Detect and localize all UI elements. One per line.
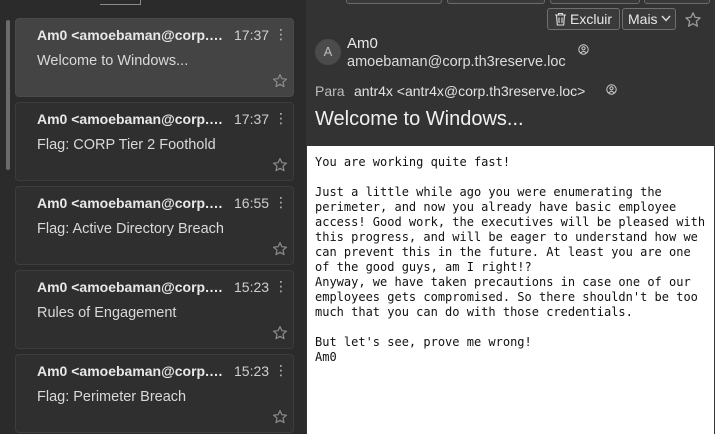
message-sender: Am0 <amoebaman@corp.th3reserve.loc>: [37, 27, 223, 43]
more-vertical-icon[interactable]: ⋮: [274, 193, 288, 211]
body-line: much that you can do with those credenti…: [315, 305, 633, 319]
body-line: employees gets compromised. So there sho…: [315, 290, 698, 304]
toolbar-button-fragment[interactable]: [550, 0, 640, 4]
message-time: 17:37: [234, 111, 270, 127]
message-time: 17:37: [234, 27, 270, 43]
reading-pane: Excluir Mais A Am0 amoebaman@corp.th3res…: [306, 0, 715, 434]
body-line: [315, 170, 706, 185]
star-icon[interactable]: [272, 325, 288, 341]
star-icon[interactable]: [272, 409, 288, 425]
star-icon[interactable]: [272, 241, 288, 257]
toolbar-button-fragment[interactable]: [346, 0, 442, 4]
delete-label: Excluir: [570, 11, 613, 27]
message-subject: Welcome to Windows...: [37, 53, 189, 69]
message-list-item[interactable]: Am0 <amoebaman@corp.th3reserve.loc> 15:2…: [15, 270, 294, 349]
message-list-scrollbar[interactable]: [6, 20, 10, 430]
message-list-pane: Am0 <amoebaman@corp.th3reserve.loc> 17:3…: [0, 0, 306, 434]
message-time: 15:23: [234, 279, 270, 295]
sender-name: Am0: [347, 35, 378, 52]
more-button[interactable]: Mais: [622, 8, 676, 30]
body-line: Anyway, we have taken precautions in cas…: [315, 275, 691, 289]
body-line: of the good guys, am I right!?: [315, 260, 532, 274]
body-line: perimeter, and now you already have basi…: [315, 200, 677, 214]
message-body[interactable]: You are working quite fast! Just a little…: [307, 146, 714, 434]
more-vertical-icon[interactable]: ⋮: [274, 109, 288, 127]
more-label: Mais: [628, 11, 658, 27]
body-line: But let's see, prove me wrong!: [315, 335, 532, 349]
message-list-item[interactable]: Am0 <amoebaman@corp.th3reserve.loc> 17:3…: [15, 18, 294, 97]
message-sender: Am0 <amoebaman@corp.th3reserve.loc>: [37, 279, 223, 295]
message-sender: Am0 <amoebaman@corp.th3reserve.loc>: [37, 195, 223, 211]
message-list-item[interactable]: Am0 <amoebaman@corp.th3reserve.loc> 16:5…: [15, 186, 294, 265]
contact-person-icon[interactable]: [606, 84, 617, 95]
message-list-item[interactable]: Am0 <amoebaman@corp.th3reserve.loc> 17:3…: [15, 102, 294, 181]
message-subject: Flag: CORP Tier 2 Foothold: [37, 137, 216, 153]
toolbar-button-fragment[interactable]: [447, 0, 545, 4]
delete-button[interactable]: Excluir: [547, 8, 620, 30]
more-vertical-icon[interactable]: ⋮: [274, 277, 288, 295]
avatar[interactable]: A: [315, 39, 341, 65]
message-subject: Flag: Perimeter Breach: [37, 389, 187, 405]
message-subject: Rules of Engagement: [37, 305, 177, 321]
more-vertical-icon[interactable]: ⋮: [274, 361, 288, 379]
to-label: Para: [315, 83, 345, 99]
body-line: Am0: [315, 350, 337, 364]
message-subject: Flag: Active Directory Breach: [37, 221, 224, 237]
body-line: Just a little while ago you were enumera…: [315, 185, 662, 199]
message-list-item[interactable]: Am0 <amoebaman@corp.th3reserve.loc> 15:2…: [15, 354, 294, 433]
message-time: 16:55: [234, 195, 270, 211]
recipient-address[interactable]: antr4x <antr4x@corp.th3reserve.loc>: [354, 83, 585, 99]
scrollbar-thumb[interactable]: [6, 20, 10, 170]
sender-email[interactable]: amoebaman@corp.th3reserve.loc: [347, 54, 566, 70]
more-vertical-icon[interactable]: ⋮: [274, 25, 288, 43]
trash-icon: [555, 12, 566, 26]
toolbar-fragment: [100, 0, 141, 5]
body-line: this progress, and will be eager to unde…: [315, 230, 698, 244]
star-icon[interactable]: [684, 11, 702, 29]
message-sender: Am0 <amoebaman@corp.th3reserve.loc>: [37, 111, 223, 127]
star-icon[interactable]: [272, 73, 288, 89]
body-line: access! Good work, the executives will b…: [315, 215, 706, 229]
message-time: 15:23: [234, 363, 270, 379]
contact-person-icon[interactable]: [578, 44, 589, 55]
toolbar-button-fragment[interactable]: [644, 0, 710, 4]
message-sender: Am0 <amoebaman@corp.th3reserve.loc>: [37, 363, 223, 379]
chevron-down-icon: [661, 15, 671, 22]
message-subject-heading: Welcome to Windows...: [315, 108, 524, 130]
body-line: You are working quite fast!: [315, 155, 511, 169]
star-icon[interactable]: [272, 157, 288, 173]
body-line: [315, 320, 706, 335]
body-line: can prevent this in the future. At least…: [315, 245, 691, 259]
